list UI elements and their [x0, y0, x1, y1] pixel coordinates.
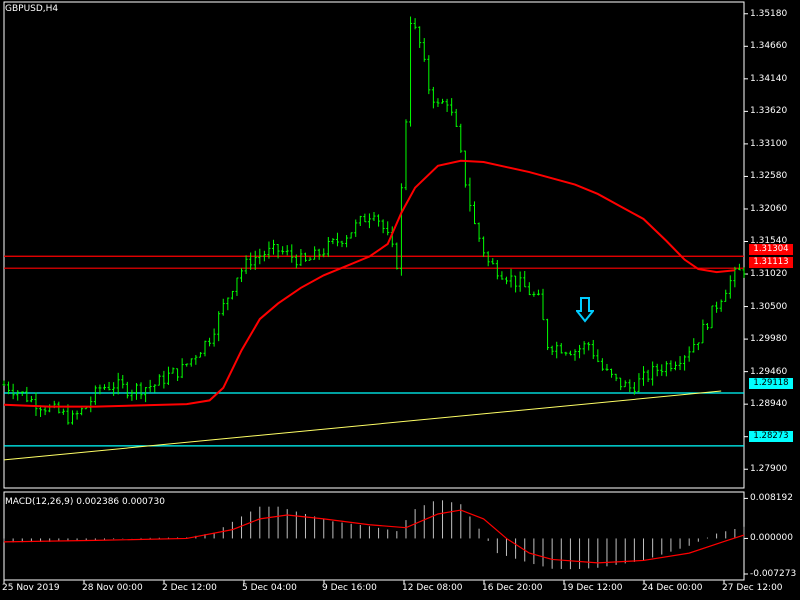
level-label-cyan-upper: 1.29118: [749, 378, 793, 389]
price-tick-label: 1.31020: [750, 269, 788, 280]
time-tick-label: 12 Dec 08:00: [402, 583, 463, 593]
time-tick-label: 27 Dec 12:00: [722, 583, 783, 593]
level-label-cyan-lower: 1.28273: [749, 431, 793, 442]
price-tick-label: 1.34660: [750, 41, 788, 52]
macd-tick-label: 0.008192: [750, 493, 793, 504]
time-tick-label: 28 Nov 00:00: [82, 583, 143, 593]
price-tick-label: 1.28940: [750, 399, 788, 410]
macd-signal-line: [3, 509, 745, 564]
level-label-red-upper: 1.31304: [749, 244, 793, 255]
time-tick-label: 24 Dec 00:00: [642, 583, 703, 593]
price-tick-label: 1.27900: [750, 464, 788, 475]
level-label-red-lower: 1.31113: [749, 257, 793, 268]
candles: [2, 16, 746, 425]
price-tick-label: 1.29980: [750, 334, 788, 345]
time-tick-label: 2 Dec 12:00: [162, 583, 217, 593]
price-tick-label: 1.35180: [750, 8, 788, 19]
price-tick-label: 1.33100: [750, 138, 788, 149]
trendline: [3, 390, 722, 461]
price-pane-border: [3, 1, 745, 489]
symbol-label: GBPUSD,H4: [5, 4, 59, 14]
time-tick-label: 25 Nov 2019: [2, 583, 60, 593]
price-tick-label: 1.29460: [750, 366, 788, 377]
ascending-trendline: [3, 390, 722, 461]
time-tick-label: 9 Dec 16:00: [322, 583, 377, 593]
price-tick-label: 1.32580: [750, 171, 788, 182]
price-tick-label: 1.33620: [750, 106, 788, 117]
price-tick-label: 1.32060: [750, 203, 788, 214]
price-levels: [4, 255, 744, 447]
price-tick-label: 1.30500: [750, 301, 788, 312]
macd-panel: [3, 500, 745, 570]
moving-average-line: [3, 159, 735, 408]
down-arrow-icon: [576, 297, 594, 323]
price-tick-label: 1.34140: [750, 73, 788, 84]
time-tick-label: 16 Dec 20:00: [482, 583, 543, 593]
macd-label: MACD(12,26,9) 0.002386 0.000730: [5, 497, 165, 507]
time-tick-label: 19 Dec 12:00: [562, 583, 623, 593]
time-tick-label: 5 Dec 04:00: [242, 583, 297, 593]
moving-average: [3, 159, 735, 408]
macd-tick-label: -0.007273: [750, 569, 797, 579]
macd-tick-label: 0.000000: [750, 533, 793, 544]
chart-canvas[interactable]: [0, 0, 800, 600]
